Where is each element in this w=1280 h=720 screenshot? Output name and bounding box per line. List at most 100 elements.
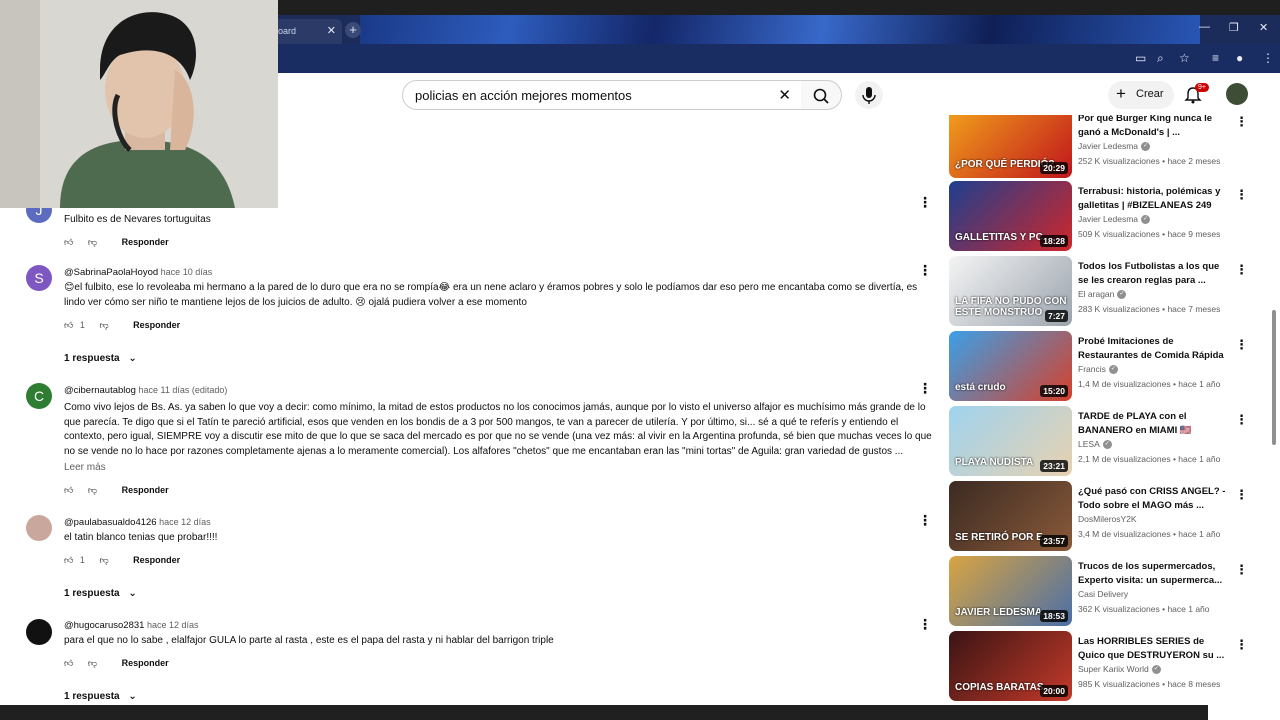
channel-name[interactable]: Javier Ledesma ✓ (1078, 141, 1151, 152)
reply-button[interactable]: Responder (133, 555, 180, 565)
video-duration: 20:00 (1040, 685, 1068, 697)
tab-close-icon[interactable]: ✕ (327, 24, 336, 37)
video-title[interactable]: ¿Qué pasó con CRISS ANGEL? - Todo sobre … (1078, 485, 1228, 513)
video-title[interactable]: TARDE de PLAYA con el BANANERO en MIAMI … (1078, 410, 1228, 438)
video-more-icon[interactable]: ⋮ (1235, 487, 1245, 503)
minimize-icon[interactable]: — (1199, 21, 1210, 33)
like-icon[interactable]: 👍︎ (64, 320, 73, 330)
video-thumbnail[interactable]: COPIAS BARATAS 20:00 (949, 631, 1072, 701)
video-thumbnail[interactable]: JAVIER LEDESMA 18:53 (949, 556, 1072, 626)
dislike-icon[interactable]: 👎︎ (88, 237, 97, 247)
profile-icon[interactable]: ● (1236, 51, 1243, 65)
video-title[interactable]: Las HORRIBLES SERIES de Quico que DESTRU… (1078, 635, 1228, 663)
video-stats: 362 K visualizaciones • hace 1 año (1078, 604, 1210, 614)
plus-icon: + (1116, 84, 1126, 103)
account-avatar[interactable] (1226, 83, 1248, 105)
comment-avatar[interactable]: C (26, 383, 52, 409)
comment-avatar[interactable] (26, 619, 52, 645)
comment-more-icon[interactable]: ⋮ (918, 512, 932, 529)
video-title[interactable]: Probé Imitaciones de Restaurantes de Com… (1078, 335, 1228, 363)
search-button[interactable] (801, 80, 842, 110)
video-thumbnail[interactable]: está crudo 15:20 (949, 331, 1072, 401)
video-card[interactable]: JAVIER LEDESMA 18:53 Trucos de los superme… (949, 556, 1245, 626)
media-icon[interactable]: ≡ (1212, 51, 1219, 65)
thumbnail-caption: SE RETIRÓ POR E (955, 532, 1043, 543)
channel-name[interactable]: Francis ✓ (1078, 364, 1118, 375)
video-more-icon[interactable]: ⋮ (1235, 637, 1245, 653)
replies-toggle[interactable]: 1 respuesta ⌄ (64, 691, 137, 702)
video-more-icon[interactable]: ⋮ (1235, 562, 1245, 578)
channel-label: Casi Delivery (1078, 589, 1129, 599)
comment-author[interactable]: @paulabasualdo4126 (64, 517, 157, 528)
new-tab-button[interactable]: + (345, 22, 361, 38)
verified-check-icon: ✓ (1117, 290, 1127, 300)
voice-search-button[interactable] (855, 81, 883, 109)
video-card[interactable]: SE RETIRÓ POR E 23:57 ¿Qué pasó con CRISS … (949, 481, 1245, 551)
dislike-icon[interactable]: 👎︎ (99, 555, 108, 565)
channel-name[interactable]: Casi Delivery (1078, 589, 1128, 599)
dislike-icon[interactable]: 👎︎ (88, 658, 97, 668)
reply-button[interactable]: Responder (122, 485, 169, 495)
dislike-icon[interactable]: 👎︎ (88, 485, 97, 495)
channel-name[interactable]: Super Kariix World ✓ (1078, 664, 1161, 675)
clear-search-icon[interactable]: ✕ (778, 86, 791, 104)
channel-name[interactable]: LESA ✓ (1078, 439, 1112, 450)
video-card[interactable]: LA FIFA NO PUDO CON ESTE MONSTRUO 7:27 Tod… (949, 256, 1245, 326)
comment-author[interactable]: @SabrinaPaolaHoyod (64, 267, 158, 278)
video-card[interactable]: GALLETITAS Y PC 18:28 Terrabusi: historia,… (949, 181, 1245, 251)
comment-more-icon[interactable]: ⋮ (918, 262, 932, 279)
video-more-icon[interactable]: ⋮ (1235, 262, 1245, 278)
channel-name[interactable]: DosMilerosY2K (1078, 514, 1137, 524)
replies-toggle[interactable]: 1 respuesta ⌄ (64, 353, 137, 364)
channel-label: El aragan (1078, 289, 1115, 299)
video-thumbnail[interactable]: GALLETITAS Y PC 18:28 (949, 181, 1072, 251)
like-icon[interactable]: 👍︎ (64, 485, 73, 495)
read-more-link[interactable]: Leer más (64, 462, 106, 473)
comment-avatar[interactable] (26, 515, 52, 541)
menu-icon[interactable]: ⋮ (1262, 51, 1274, 65)
zoom-icon[interactable]: ⌕ (1157, 51, 1164, 66)
scrollbar[interactable] (1272, 115, 1276, 705)
video-card[interactable]: PLAYA NUDISTA 23:21 TARDE de PLAYA con el … (949, 406, 1245, 476)
reply-button[interactable]: Responder (122, 237, 169, 247)
video-more-icon[interactable]: ⋮ (1235, 115, 1245, 130)
channel-label: LESA (1078, 439, 1100, 449)
cast-icon[interactable]: ▭ (1135, 51, 1146, 65)
like-icon[interactable]: 👍︎ (64, 555, 73, 565)
video-title[interactable]: Trucos de los supermercados, Experto vis… (1078, 560, 1228, 588)
video-more-icon[interactable]: ⋮ (1235, 187, 1245, 203)
chevron-down-icon: ⌄ (128, 353, 137, 364)
video-title[interactable]: Por qué Burger King nunca le ganó a McDo… (1078, 115, 1228, 140)
video-card[interactable]: COPIAS BARATAS 20:00 Las HORRIBLES SERIES … (949, 631, 1245, 701)
channel-name[interactable]: El aragan ✓ (1078, 289, 1127, 300)
like-icon[interactable]: 👍︎ (64, 658, 73, 668)
video-thumbnail[interactable]: SE RETIRÓ POR E 23:57 (949, 481, 1072, 551)
comment-more-icon[interactable]: ⋮ (918, 380, 932, 397)
reply-button[interactable]: Responder (122, 658, 169, 668)
close-window-icon[interactable]: ✕ (1259, 21, 1268, 34)
video-card[interactable]: está crudo 15:20 Probé Imitaciones de Rest… (949, 331, 1245, 401)
video-card[interactable]: ¿POR QUÉ PERDIÓ? 20:29 Por qué Burger King… (949, 115, 1245, 178)
comment-more-icon[interactable]: ⋮ (918, 194, 932, 211)
comment-more-icon[interactable]: ⋮ (918, 616, 932, 633)
comment-avatar[interactable]: S (26, 265, 52, 291)
search-input[interactable]: policias en acción mejores momentos ✕ (402, 80, 802, 110)
reply-button[interactable]: Responder (133, 320, 180, 330)
video-title[interactable]: Todos los Futbolistas a los que se les c… (1078, 260, 1228, 288)
video-more-icon[interactable]: ⋮ (1235, 337, 1245, 353)
video-more-icon[interactable]: ⋮ (1235, 412, 1245, 428)
video-thumbnail[interactable]: ¿POR QUÉ PERDIÓ? 20:29 (949, 115, 1072, 178)
comment-author[interactable]: @hugocaruso2831 (64, 620, 144, 631)
replies-toggle[interactable]: 1 respuesta ⌄ (64, 588, 137, 599)
dislike-icon[interactable]: 👎︎ (99, 320, 108, 330)
channel-name[interactable]: Javier Ledesma ✓ (1078, 214, 1151, 225)
like-icon[interactable]: 👍︎ (64, 237, 73, 247)
maximize-icon[interactable]: ❐ (1229, 21, 1239, 34)
comment-author[interactable]: @cibernautablog (64, 385, 136, 396)
video-thumbnail[interactable]: PLAYA NUDISTA 23:21 (949, 406, 1072, 476)
bookmark-star-icon[interactable]: ☆ (1179, 51, 1190, 65)
scrollbar-thumb[interactable] (1272, 310, 1276, 445)
video-thumbnail[interactable]: LA FIFA NO PUDO CON ESTE MONSTRUO 7:27 (949, 256, 1072, 326)
video-title[interactable]: Terrabusi: historia, polémicas y galleti… (1078, 185, 1228, 213)
create-button[interactable]: + Crear (1108, 81, 1174, 109)
